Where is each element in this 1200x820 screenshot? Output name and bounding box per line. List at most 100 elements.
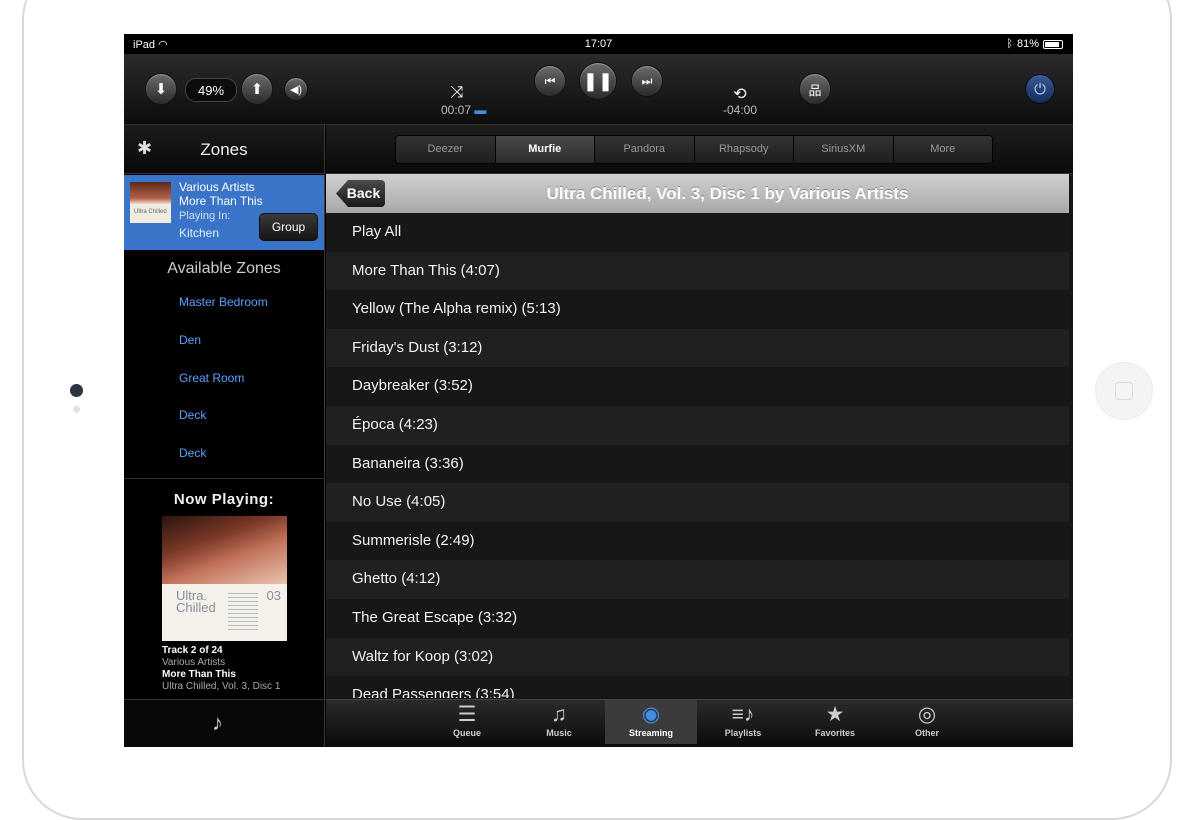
tab-label: Playlists (724, 728, 762, 738)
mute-button[interactable]: ◀) (284, 77, 308, 101)
tab-label: Music (546, 728, 572, 738)
bottom-tab-bar: ☰ Queue ♫ Music ◉ Streaming ≡♪ Playlists ★ Fa… (326, 699, 1073, 747)
tab-label: Streaming (628, 728, 673, 738)
status-right: ᛒ 81% (1006, 38, 1063, 50)
zone-item-great-room[interactable]: Great Room (179, 371, 244, 385)
power-button[interactable]: ⏻ (1025, 74, 1055, 104)
zone-item-den[interactable]: Den (179, 333, 201, 347)
tab-label: Other (914, 728, 939, 738)
service-tab-siriusxm[interactable]: SiriusXM (794, 136, 894, 163)
remaining-time: -04:00 (723, 103, 758, 117)
power-icon: ⏻ (1034, 80, 1046, 98)
tab-streaming[interactable]: ◉ Streaming (605, 700, 697, 744)
track-row[interactable]: Dead Passengers (3:54) (326, 676, 1069, 698)
playlists-icon: ≡♪ (731, 703, 755, 726)
np-track: More Than This (162, 669, 236, 680)
track-row[interactable]: Waltz for Koop (3:02) (326, 637, 1069, 677)
shuffle-button[interactable]: ⤨ (444, 84, 470, 102)
zone-art-text: Ultra Chilled (134, 209, 167, 215)
zones-header: ✱ Zones (124, 125, 324, 174)
track-row[interactable]: Ghetto (4:12) (326, 560, 1069, 599)
album-title-bar: Back Ultra Chilled, Vol. 3, Disc 1 by Va… (326, 174, 1069, 213)
track-row[interactable]: More Than This (4:07) (326, 251, 1069, 291)
elapsed-label: 00:07 (441, 103, 472, 117)
logo-icon[interactable]: ♪ (212, 710, 223, 736)
track-position: Track 2 of 24 (162, 645, 223, 656)
zone-album-art: Ultra Chilled (130, 182, 171, 223)
track-row[interactable]: Bananeira (3:36) (326, 444, 1069, 484)
album-photo (162, 516, 287, 584)
album-art-tracklist (228, 590, 258, 632)
track-row[interactable]: Época (4:23) (326, 405, 1069, 445)
zones-title: Zones (200, 140, 248, 159)
status-bar: iPad ◠ 17:07 ᛒ 81% (124, 34, 1073, 54)
repeat-button[interactable]: ⟲ (727, 84, 753, 104)
service-tab-pandora[interactable]: Pandora (595, 136, 695, 163)
available-zones-title: Available Zones (167, 260, 281, 277)
tab-playlists[interactable]: ≡♪ Playlists (697, 700, 789, 744)
zone-item-deck[interactable]: Deck (179, 408, 206, 422)
current-artist: Various Artists (179, 180, 255, 194)
previous-button[interactable]: ⏮ (534, 65, 566, 97)
service-tab-deezer[interactable]: Deezer (396, 136, 496, 163)
disc-icon: ◎ (917, 703, 937, 726)
playing-in-label: Playing In: (179, 210, 231, 222)
current-track: More Than This (179, 194, 263, 208)
current-zone-name: Kitchen (179, 226, 220, 240)
tab-music[interactable]: ♫ Music (513, 700, 605, 744)
service-bar: Deezer Murfie Pandora Rhapsody SiriusXM … (326, 125, 1073, 174)
bluetooth-icon: ᛒ (1006, 38, 1013, 50)
now-playing-title: Now Playing: (173, 491, 275, 508)
tab-favorites[interactable]: ★ Favorites (789, 700, 881, 744)
pause-icon: ❚❚ (582, 70, 614, 91)
pause-button[interactable]: ❚❚ (579, 62, 617, 100)
battery-icon (1043, 39, 1063, 49)
repeat-icon: ⟲ (733, 86, 747, 103)
divider (124, 478, 324, 479)
home-button[interactable] (1095, 362, 1153, 420)
track-row[interactable]: Summerisle (2:49) (326, 521, 1069, 561)
track-list: Play All More Than This (4:07) Yellow (T… (326, 213, 1069, 698)
album-title: Ultra Chilled, Vol. 3, Disc 1 by Various… (546, 184, 909, 203)
service-segmented-control: Deezer Murfie Pandora Rhapsody SiriusXM … (395, 135, 993, 164)
tab-queue[interactable]: ☰ Queue (421, 700, 513, 744)
speaker-icon: ◀) (289, 83, 303, 96)
volume-display: 49% (185, 78, 237, 102)
zone-item-master-bedroom[interactable]: Master Bedroom (179, 295, 268, 309)
tab-other[interactable]: ◎ Other (881, 700, 973, 744)
arrow-up-icon: ⬆ (250, 81, 264, 98)
main-panel: Deezer Murfie Pandora Rhapsody SiriusXM … (326, 125, 1073, 747)
sensor-dot (73, 406, 80, 413)
service-tab-murfie[interactable]: Murfie (495, 136, 595, 163)
zone-item-deck-2[interactable]: Deck (179, 446, 206, 460)
status-time: 17:07 (584, 38, 613, 50)
track-row[interactable]: Friday's Dust (3:12) (326, 328, 1069, 368)
list-icon: ☰ (457, 703, 477, 726)
service-tab-rhapsody[interactable]: Rhapsody (694, 136, 794, 163)
sidebar-footer: ♪ (124, 699, 324, 747)
group-button[interactable]: Group (259, 213, 318, 241)
track-row[interactable]: The Great Escape (3:32) (326, 598, 1069, 638)
now-playing-album-art[interactable]: Ultra. Chilled 03 (162, 516, 287, 641)
next-button[interactable]: ⏭ (631, 65, 663, 97)
skip-back-icon: ⏮ (544, 73, 556, 88)
play-all-item[interactable]: Play All (326, 213, 1069, 252)
track-row[interactable]: No Use (4:05) (326, 483, 1069, 522)
back-button[interactable]: Back (336, 180, 385, 207)
volume-down-button[interactable]: ⬇ (145, 73, 177, 105)
battery-percent: 81% (1016, 38, 1039, 50)
network-button[interactable]: 品 (799, 73, 831, 105)
track-row[interactable]: Yellow (The Alpha remix) (5:13) (326, 290, 1069, 329)
zones-sidebar: ✱ Zones Ultra Chilled Various Artists Mo… (124, 125, 325, 747)
home-square-icon (1115, 382, 1133, 400)
volume-up-button[interactable]: ⬆ (241, 73, 273, 105)
current-zone[interactable]: Ultra Chilled Various Artists More Than … (124, 175, 324, 250)
elapsed-time: 00:07 ▬ (441, 103, 486, 117)
service-tab-more[interactable]: More (893, 136, 992, 163)
arrow-down-icon: ⬇ (154, 81, 168, 98)
np-album: Ultra Chilled, Vol. 3, Disc 1 (162, 681, 281, 692)
track-row[interactable]: Daybreaker (3:52) (326, 367, 1069, 406)
tab-label: Queue (452, 728, 481, 738)
tab-label: Favorites (814, 728, 856, 738)
skip-forward-icon: ⏭ (641, 73, 653, 88)
